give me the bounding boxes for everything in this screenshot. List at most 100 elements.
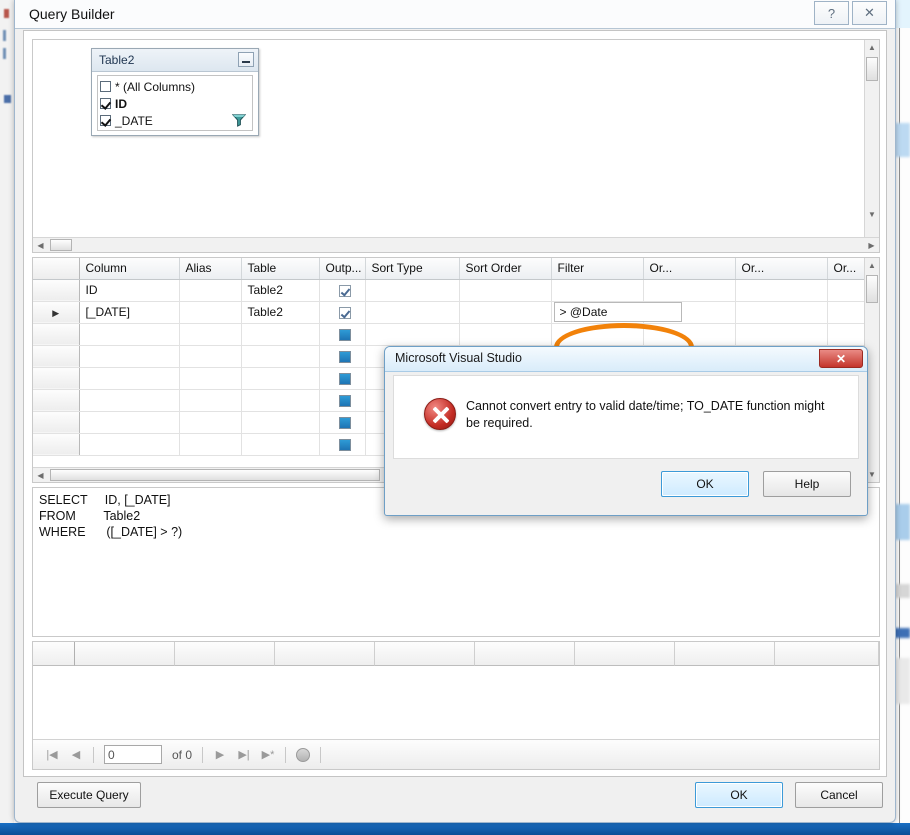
scroll-up-arrow-icon[interactable]: ▲ [865, 258, 879, 273]
header-filter[interactable]: Filter [551, 258, 644, 280]
header-alias[interactable]: Alias [179, 258, 242, 280]
cell-alias[interactable] [179, 389, 242, 412]
checkbox-id[interactable] [100, 98, 111, 109]
cell-filter[interactable] [551, 323, 644, 346]
cell-table[interactable] [241, 345, 320, 368]
table-row[interactable] [33, 323, 864, 346]
cell-output[interactable] [319, 411, 366, 434]
cell-column[interactable] [79, 323, 180, 346]
header-sort-type[interactable]: Sort Type [365, 258, 460, 280]
cell-output[interactable] [319, 433, 366, 456]
scroll-left-arrow-icon[interactable]: ◀ [33, 468, 48, 482]
cell-table[interactable] [241, 411, 320, 434]
cell-or-3[interactable] [827, 323, 864, 346]
results-navigation-bar[interactable]: |◀ ◀ of 0 ▶ ▶| ▶* [33, 739, 879, 769]
close-button[interactable]: ✕ [852, 1, 887, 25]
results-header-cell[interactable] [275, 642, 375, 666]
cell-column[interactable] [79, 345, 180, 368]
scroll-right-arrow-icon[interactable]: ▶ [864, 238, 879, 252]
scrollbar-thumb[interactable] [866, 57, 878, 81]
cell-column[interactable] [79, 389, 180, 412]
cell-output[interactable] [319, 301, 366, 324]
nav-stop-button[interactable] [292, 744, 314, 766]
cell-or-2[interactable] [735, 279, 828, 302]
header-table[interactable]: Table [241, 258, 320, 280]
nav-page-input[interactable] [104, 745, 162, 764]
row-marker-current[interactable]: ▶ [33, 301, 80, 324]
cell-filter-date[interactable]: > @Date [551, 301, 682, 324]
row-marker[interactable] [33, 389, 80, 412]
scrollbar-thumb[interactable] [50, 469, 380, 481]
header-column[interactable]: Column [79, 258, 180, 280]
output-checkbox[interactable] [339, 306, 351, 319]
checkbox-date[interactable] [100, 115, 111, 126]
row-marker[interactable] [33, 279, 80, 302]
scrollbar-thumb[interactable] [866, 275, 878, 303]
cell-output[interactable] [319, 389, 366, 412]
cell-table[interactable]: Table2 [241, 279, 320, 302]
row-marker[interactable] [33, 345, 80, 368]
cell-alias[interactable] [179, 433, 242, 456]
cancel-button[interactable]: Cancel [795, 782, 883, 808]
sql-text[interactable]: SELECT ID, [_DATE] FROM Table2 WHERE ([_… [33, 492, 188, 540]
header-or-1[interactable]: Or... [643, 258, 736, 280]
output-checkbox[interactable] [339, 394, 351, 407]
cell-table[interactable] [241, 433, 320, 456]
output-checkbox[interactable] [339, 372, 351, 385]
header-or-3[interactable]: Or... [827, 258, 864, 280]
output-checkbox[interactable] [339, 350, 351, 363]
results-header-cell[interactable] [575, 642, 675, 666]
checkbox-all-columns[interactable] [100, 81, 111, 92]
row-marker[interactable] [33, 411, 80, 434]
results-header-cell[interactable] [775, 642, 879, 666]
diagram-horizontal-scrollbar[interactable]: ◀ ▶ [33, 237, 879, 252]
cell-or-3[interactable] [827, 301, 864, 324]
cell-table[interactable] [241, 323, 320, 346]
nav-next-button[interactable]: ▶ [209, 744, 231, 766]
row-marker[interactable] [33, 433, 80, 456]
cell-output[interactable] [319, 345, 366, 368]
execute-query-button[interactable]: Execute Query [37, 782, 141, 808]
header-output[interactable]: Outp... [319, 258, 366, 280]
cell-sort-order[interactable] [459, 301, 552, 324]
row-marker[interactable] [33, 367, 80, 390]
diagram-pane[interactable]: Table2 * (All Columns) ID _DATE ▲ ▼ ◀ ▶ [32, 39, 880, 253]
cell-output[interactable] [319, 323, 366, 346]
cell-or-1[interactable] [643, 323, 736, 346]
nav-first-button[interactable]: |◀ [41, 744, 63, 766]
output-checkbox[interactable] [339, 416, 351, 429]
cell-sort-type[interactable] [365, 323, 460, 346]
cell-column[interactable]: [_DATE] [79, 301, 180, 324]
nav-new-row-button[interactable]: ▶* [257, 744, 279, 766]
scroll-up-arrow-icon[interactable]: ▲ [865, 40, 879, 55]
header-or-2[interactable]: Or... [735, 258, 828, 280]
cell-or-2[interactable] [735, 323, 828, 346]
cell-or-2[interactable] [735, 301, 828, 324]
cell-alias[interactable] [179, 301, 242, 324]
cell-table[interactable] [241, 367, 320, 390]
dialog-ok-button[interactable]: OK [661, 471, 749, 497]
results-header-cell[interactable] [675, 642, 775, 666]
cell-column[interactable]: ID [79, 279, 180, 302]
cell-sort-order[interactable] [459, 279, 552, 302]
cell-sort-type[interactable] [365, 279, 460, 302]
list-item[interactable]: ID [100, 95, 252, 112]
cell-alias[interactable] [179, 411, 242, 434]
table-minimize-button[interactable] [238, 52, 254, 67]
output-checkbox[interactable] [339, 438, 351, 451]
cell-alias[interactable] [179, 279, 242, 302]
list-item[interactable]: _DATE [100, 112, 252, 129]
cell-or-1[interactable] [643, 279, 736, 302]
cell-sort-type[interactable] [365, 301, 460, 324]
results-header-cell[interactable] [475, 642, 575, 666]
cell-output[interactable] [319, 367, 366, 390]
cell-alias[interactable] [179, 367, 242, 390]
cell-table[interactable] [241, 389, 320, 412]
cell-column[interactable] [79, 433, 180, 456]
nav-last-button[interactable]: ▶| [233, 744, 255, 766]
help-button[interactable]: ? [814, 1, 849, 25]
output-checkbox[interactable] [339, 328, 351, 341]
cell-or-3[interactable] [827, 279, 864, 302]
results-header-cell[interactable] [175, 642, 275, 666]
scroll-left-arrow-icon[interactable]: ◀ [33, 238, 48, 252]
